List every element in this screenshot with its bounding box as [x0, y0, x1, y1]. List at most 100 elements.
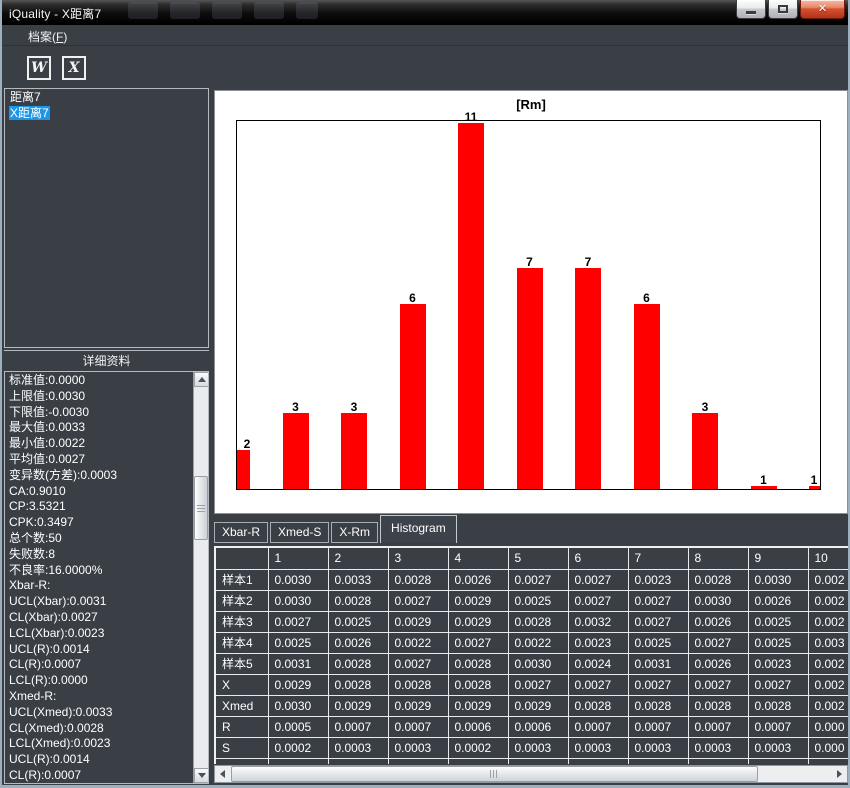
table-cell: 0.0027 [688, 632, 748, 653]
tree-item-x距离7[interactable]: X距离7 [5, 105, 208, 121]
row-label: X [215, 674, 268, 695]
bar-value-label: 6 [632, 291, 662, 306]
scroll-up-button[interactable] [194, 372, 209, 387]
table-row-r: R0.00050.00070.00070.00060.00060.00070.0… [215, 716, 848, 737]
table-cell: 0.0029 [448, 611, 508, 632]
details-scrollbar[interactable] [193, 372, 208, 783]
row-label: 样本4 [215, 632, 268, 653]
tab-xmed-s[interactable]: Xmed-S [270, 522, 329, 543]
table-cell [628, 758, 688, 764]
table-cell [688, 758, 748, 764]
tab-histogram[interactable]: Histogram [380, 515, 457, 543]
table-cell: 0.0007 [688, 716, 748, 737]
table-row-partial [215, 758, 848, 764]
table-cell [448, 758, 508, 764]
window-title: iQuality - X距离7 [9, 5, 101, 22]
table-cell: 0.003 [808, 632, 848, 653]
table-row-样本3: 样本30.00270.00250.00290.00290.00280.00320… [215, 611, 848, 632]
arrow-down-icon [198, 773, 206, 778]
table-cell: 0.0032 [568, 611, 628, 632]
table-cell: 0.0028 [448, 674, 508, 695]
table-cell: 0.0007 [748, 716, 808, 737]
bar-value-label: 3 [281, 400, 311, 415]
scroll-left-button[interactable] [215, 766, 230, 782]
menu-file[interactable]: 档案(F) [28, 28, 67, 45]
table-cell: 0.0028 [688, 569, 748, 590]
table-row-样本1: 样本10.00300.00330.00280.00260.00270.00270… [215, 569, 848, 590]
table-cell: 0.0026 [688, 653, 748, 674]
table-row-样本5: 样本50.00310.00280.00270.00280.00300.00240… [215, 653, 848, 674]
table-row-样本4: 样本40.00250.00260.00220.00270.00220.00230… [215, 632, 848, 653]
table-cell: 0.0028 [388, 569, 448, 590]
export-word-button[interactable]: W [27, 56, 51, 80]
table-cell: 0.0030 [268, 590, 328, 611]
table-hscrollbar[interactable] [214, 765, 848, 783]
titlebar-ghost-artifact [128, 2, 158, 19]
tab-x-rm[interactable]: X-Rm [331, 522, 378, 543]
bar-value-label: 11 [456, 110, 486, 125]
project-tree-panel: 距离7X距离7 [4, 88, 209, 348]
detail-stat-line: 总个数:50 [5, 531, 192, 547]
table-cell: 0.002 [808, 695, 848, 716]
table-cell [388, 758, 448, 764]
table-cell: 0.0025 [328, 611, 388, 632]
table-cell: 0.0002 [448, 737, 508, 758]
table-cell: 0.000 [808, 716, 848, 737]
close-icon: ✕ [818, 4, 827, 15]
table-cell: 0.0025 [508, 590, 568, 611]
table-cell: 0.0025 [628, 632, 688, 653]
row-label: S [215, 737, 268, 758]
detail-stat-line: 标准值:0.0000 [5, 373, 192, 389]
table-cell: 0.000 [808, 737, 848, 758]
table-hscrollbar-thumb[interactable] [231, 766, 758, 782]
titlebar-ghost-artifact [212, 2, 242, 19]
details-scrollbar-thumb[interactable] [194, 476, 208, 540]
table-cell: 0.0003 [688, 737, 748, 758]
toolbar: W X [2, 47, 848, 88]
detail-stat-line: CL(R):0.0007 [5, 657, 192, 673]
column-header-4: 4 [448, 547, 508, 569]
table-cell: 0.0033 [328, 569, 388, 590]
table-cell: 0.0028 [688, 695, 748, 716]
table-cell: 0.0028 [328, 674, 388, 695]
scroll-right-button[interactable] [832, 766, 847, 782]
table-cell: 0.0027 [508, 674, 568, 695]
bar-value-label: 1 [799, 473, 829, 488]
tree-item-label: 距离7 [9, 90, 42, 104]
table-cell [808, 758, 848, 764]
detail-stat-line: 失败数:8 [5, 547, 192, 563]
tree-item-距离7[interactable]: 距离7 [5, 89, 208, 105]
table-cell: 0.0029 [448, 695, 508, 716]
maximize-button[interactable] [768, 0, 798, 19]
tab-xbar-r[interactable]: Xbar-R [214, 522, 268, 543]
row-label: 样本1 [215, 569, 268, 590]
bar-value-label: 3 [690, 400, 720, 415]
minimize-button[interactable] [736, 0, 766, 19]
row-label: 样本2 [215, 590, 268, 611]
bar-value-label: 7 [573, 255, 603, 270]
table-cell: 0.0025 [748, 632, 808, 653]
menu-file-label-suffix: ) [63, 30, 67, 44]
detail-stat-line: CL(Xbar):0.0027 [5, 610, 192, 626]
export-excel-button[interactable]: X [62, 56, 86, 80]
table-cell: 0.0003 [508, 737, 568, 758]
chart-title: [Rm] [215, 97, 847, 112]
table-cell: 0.0028 [448, 653, 508, 674]
table-cell: 0.0007 [388, 716, 448, 737]
bar-value-label: 1 [749, 473, 779, 488]
details-header-label: 详细资料 [82, 354, 130, 368]
minimize-icon [746, 11, 756, 14]
table-cell: 0.0003 [328, 737, 388, 758]
column-header-5: 5 [508, 547, 568, 569]
data-table-container: 12345678910样本10.00300.00330.00280.00260.… [214, 546, 848, 764]
close-button[interactable]: ✕ [800, 0, 845, 19]
column-header-10: 10 [808, 547, 848, 569]
maximize-icon [778, 5, 788, 13]
scroll-down-button[interactable] [194, 768, 209, 783]
detail-stat-line: CL(R):0.0007 [5, 768, 192, 784]
bar-value-label: 3 [339, 400, 369, 415]
column-header-8: 8 [688, 547, 748, 569]
table-cell: 0.0029 [448, 590, 508, 611]
detail-stat-line: CA:0.9010 [5, 484, 192, 500]
app-window: iQuality - X距离7 ✕ 档案(F) W X 距离7X距离7 详细资料… [0, 0, 850, 788]
